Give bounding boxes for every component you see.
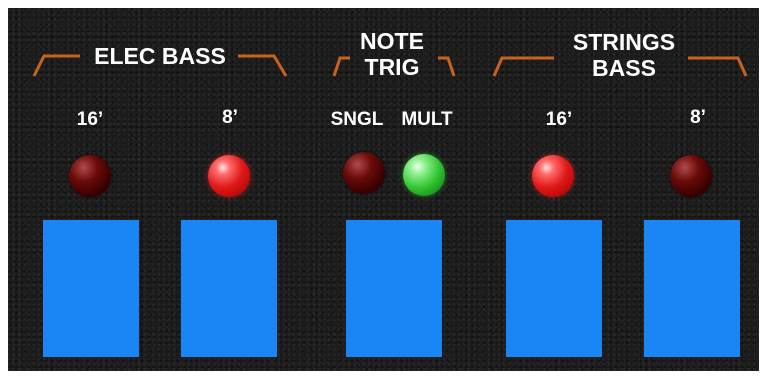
- elec-bass-8-button[interactable]: [181, 220, 277, 357]
- elec-bass-8-led: [208, 155, 250, 197]
- note-trig-label-line2: TRIG: [364, 54, 420, 80]
- elec-bass-16-button[interactable]: [43, 220, 139, 357]
- strings-bass-label-line1: STRINGS: [572, 29, 676, 55]
- strings-bass-label-line2: BASS: [592, 55, 656, 81]
- note-trig-button[interactable]: [346, 220, 442, 357]
- note-trig-sngl-label: SNGL: [330, 109, 384, 130]
- elec-bass-label: ELEC BASS: [94, 43, 226, 69]
- note-trig-label-line1: NOTE: [360, 28, 424, 54]
- elec-bass-16-led: [69, 155, 111, 197]
- elec-bass-16-label: 16’: [76, 109, 104, 130]
- strings-bass-16-led: [532, 155, 574, 197]
- note-trig-sngl-led: [343, 152, 385, 194]
- strings-bass-8-button[interactable]: [644, 220, 740, 357]
- strings-bass-16-label: 16’: [545, 109, 573, 130]
- strings-bass-16-button[interactable]: [506, 220, 602, 357]
- strings-bass-8-led: [670, 155, 712, 197]
- note-trig-mult-led: [403, 154, 445, 196]
- note-trig-mult-label: MULT: [401, 109, 453, 130]
- strings-bass-8-label: 8’: [690, 107, 706, 128]
- elec-bass-8-label: 8’: [222, 107, 238, 128]
